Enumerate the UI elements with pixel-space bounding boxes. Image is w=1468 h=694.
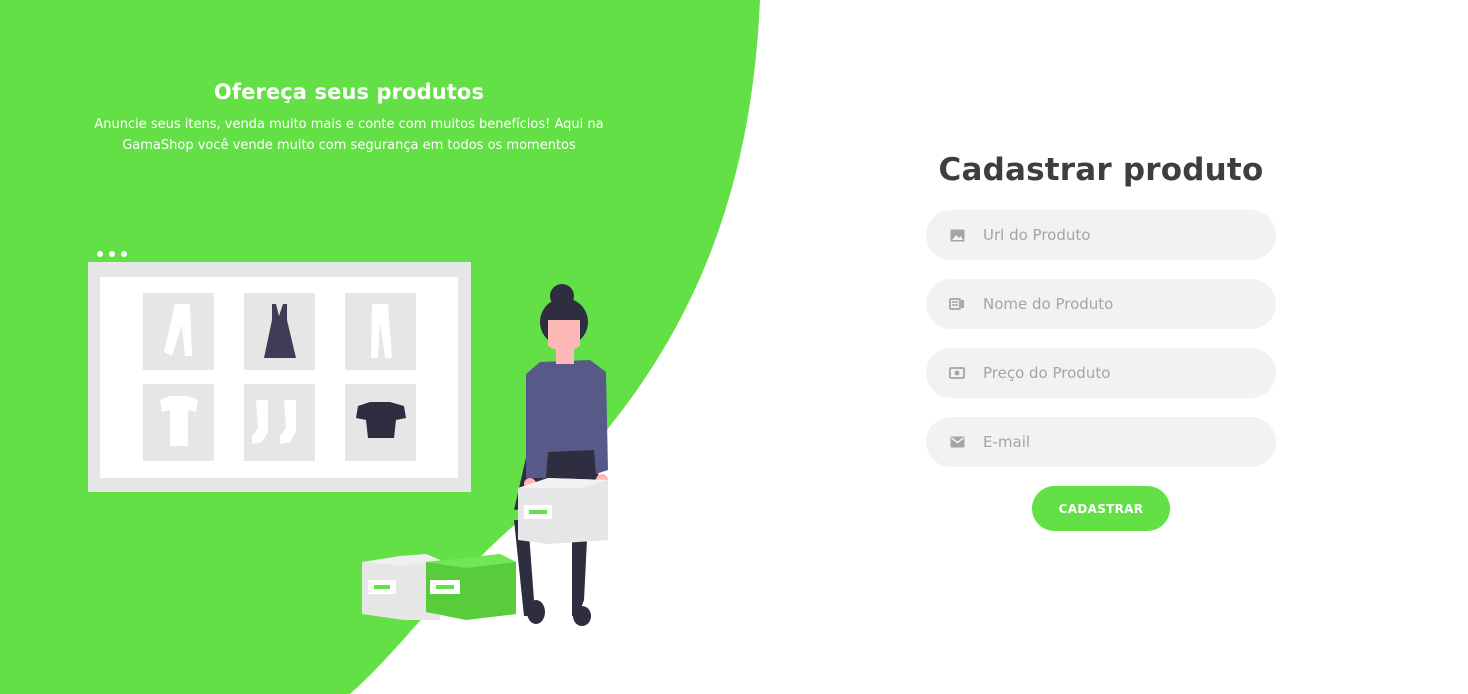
product-price-field[interactable] [926,348,1276,398]
cadastrar-button[interactable]: CADASTRAR [1032,486,1170,531]
image-icon [948,226,966,244]
product-form: Cadastrar produto CADASTRAR [926,152,1276,531]
product-name-field[interactable] [926,279,1276,329]
woman-figure [514,284,608,626]
submit-row: CADASTRAR [926,486,1276,531]
tag-icon [948,295,966,313]
ground-boxes [362,554,516,620]
held-box [518,478,608,544]
product-url-input[interactable] [983,226,1233,244]
form-title: Cadastrar produto [938,152,1264,188]
product-name-input[interactable] [983,295,1233,313]
product-url-field[interactable] [926,210,1276,260]
mail-icon [948,433,966,451]
product-price-input[interactable] [983,364,1233,382]
email-field[interactable] [926,417,1276,467]
email-input[interactable] [983,433,1233,451]
money-icon [948,364,966,382]
browser-window [88,251,471,492]
